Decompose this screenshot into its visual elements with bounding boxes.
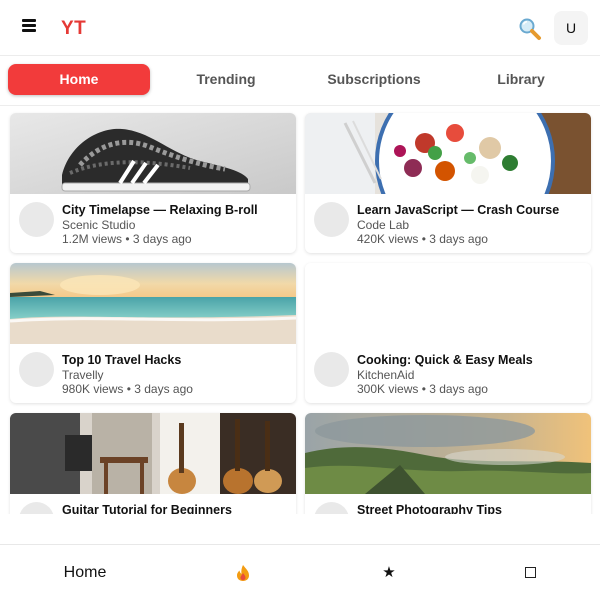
video-card[interactable]: Street Photography Tips bbox=[305, 413, 591, 514]
channel-avatar[interactable] bbox=[19, 352, 54, 387]
video-stats: 300K views • 3 days ago bbox=[357, 382, 488, 396]
menu-icon[interactable] bbox=[22, 18, 38, 32]
video-card[interactable]: Cooking: Quick & Easy Meals KitchenAid 3… bbox=[305, 263, 591, 403]
video-title[interactable]: City Timelapse — Relaxing B-roll bbox=[62, 203, 290, 218]
video-card[interactable]: City Timelapse — Relaxing B-roll Scenic … bbox=[10, 113, 296, 253]
square-icon[interactable] bbox=[455, 545, 600, 600]
video-stats: 1.2M views • 3 days ago bbox=[62, 232, 192, 246]
tab-home[interactable]: Home bbox=[8, 64, 150, 95]
channel-avatar[interactable] bbox=[314, 202, 349, 237]
top-app-bar: YT U bbox=[0, 0, 600, 56]
video-stats: 980K views • 3 days ago bbox=[62, 382, 193, 396]
app-logo[interactable]: YT bbox=[61, 18, 86, 40]
account-avatar-button[interactable]: U bbox=[554, 11, 588, 45]
channel-avatar[interactable] bbox=[314, 502, 349, 514]
tab-subscriptions[interactable]: Subscriptions bbox=[303, 64, 445, 95]
star-icon[interactable]: ★ bbox=[314, 545, 464, 600]
video-thumbnail-beach-sunset[interactable] bbox=[10, 263, 296, 344]
channel-avatar[interactable] bbox=[19, 502, 54, 514]
channel-name[interactable]: KitchenAid bbox=[357, 368, 585, 382]
channel-name[interactable]: Travelly bbox=[62, 368, 290, 382]
video-thumbnail-sneaker[interactable] bbox=[10, 113, 296, 194]
search-icon[interactable] bbox=[517, 16, 543, 42]
channel-avatar[interactable] bbox=[314, 352, 349, 387]
video-stats: 420K views • 3 days ago bbox=[357, 232, 488, 246]
video-card[interactable]: Top 10 Travel Hacks Travelly 980K views … bbox=[10, 263, 296, 403]
nav-home[interactable]: Home bbox=[10, 545, 160, 600]
video-card[interactable]: Guitar Tutorial for Beginners bbox=[10, 413, 296, 514]
channel-name[interactable]: Code Lab bbox=[357, 218, 585, 232]
video-feed[interactable]: City Timelapse — Relaxing B-roll Scenic … bbox=[0, 106, 600, 514]
tab-trending[interactable]: Trending bbox=[155, 64, 297, 95]
video-thumbnail-salad-bowl[interactable] bbox=[305, 113, 591, 194]
video-thumbnail-guitar-studio[interactable] bbox=[10, 413, 296, 494]
category-tabs: Home Trending Subscriptions Library bbox=[0, 56, 600, 106]
channel-avatar[interactable] bbox=[19, 202, 54, 237]
flame-icon[interactable] bbox=[168, 545, 318, 600]
video-title[interactable]: Guitar Tutorial for Beginners bbox=[62, 503, 290, 514]
video-title[interactable]: Learn JavaScript — Crash Course bbox=[357, 203, 585, 218]
tab-library[interactable]: Library bbox=[450, 64, 592, 95]
video-card[interactable]: Learn JavaScript — Crash Course Code Lab… bbox=[305, 113, 591, 253]
video-thumbnail-placeholder[interactable] bbox=[305, 263, 591, 344]
bottom-navigation: Home ★ bbox=[0, 544, 600, 600]
video-title[interactable]: Street Photography Tips bbox=[357, 503, 585, 514]
video-thumbnail-mountain-valley[interactable] bbox=[305, 413, 591, 494]
video-title[interactable]: Cooking: Quick & Easy Meals bbox=[357, 353, 585, 368]
video-title[interactable]: Top 10 Travel Hacks bbox=[62, 353, 290, 368]
channel-name[interactable]: Scenic Studio bbox=[62, 218, 290, 232]
